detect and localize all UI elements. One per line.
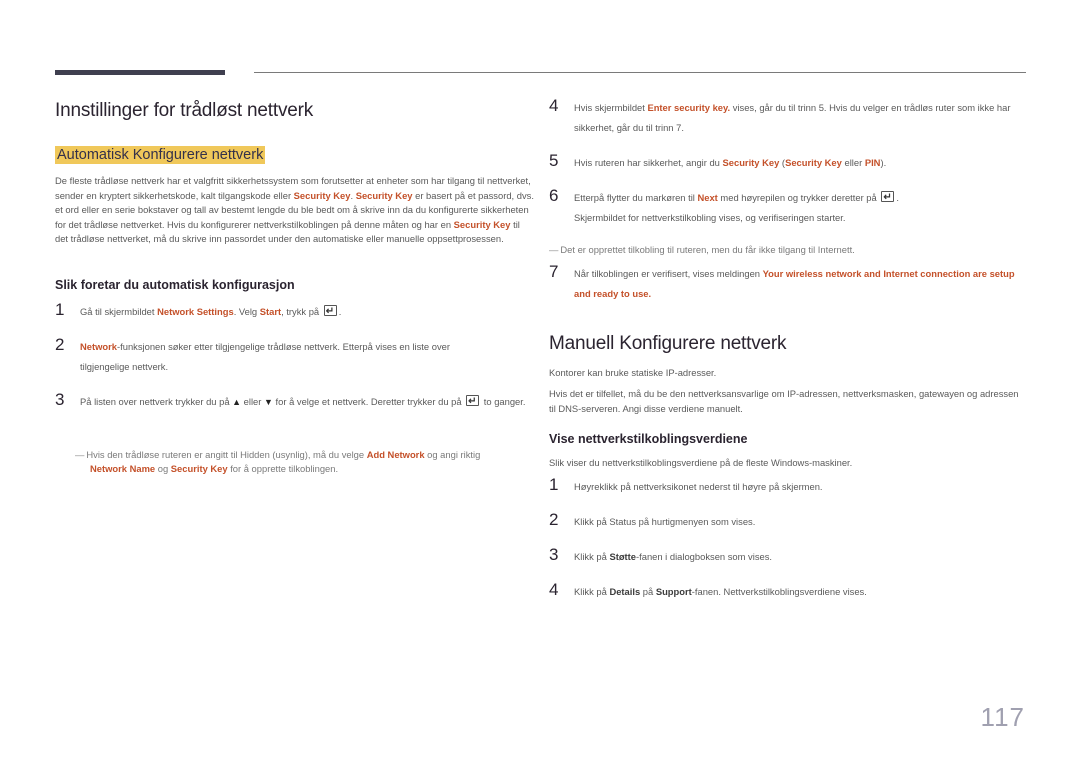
network-settings-term: Network Settings — [157, 306, 234, 317]
step-number: 1 — [549, 475, 559, 494]
view-values-heading: Vise nettverkstilkoblingsverdiene — [549, 432, 748, 446]
network-term: Network — [80, 341, 117, 352]
security-key-term: Security Key — [355, 189, 413, 201]
header-rule — [254, 72, 1026, 73]
subsection-title-highlighted: Automatisk Konfigurere nettverk — [55, 146, 266, 164]
manual-config-title: Manuell Konfigurere nettverk — [549, 333, 787, 354]
enter-security-key-term: Enter security key. — [647, 102, 731, 113]
header-bar-thick — [55, 70, 225, 75]
view-values-intro: Slik viser du nettverkstilkoblingsverdie… — [549, 457, 853, 468]
step-number: 3 — [55, 390, 65, 409]
step-text: På listen over nettverk trykker du på ▲ … — [80, 392, 530, 412]
step-text: Høyreklikk på nettverksikonet nederst ti… — [574, 481, 823, 492]
step-text: Klikk på Details på Support-fanen. Nettv… — [574, 586, 867, 597]
note-no-internet: ― Det er opprettet tilkobling til ruteren… — [549, 244, 855, 255]
add-network-term: Add Network — [366, 449, 425, 460]
security-key-term: Security Key — [293, 189, 351, 201]
step-text: Når tilkoblingen er verifisert, vises me… — [574, 268, 1015, 299]
step-number: 2 — [55, 335, 65, 354]
step-text: Hvis ruteren har sikkerhet, angir du Sec… — [574, 157, 887, 168]
security-key-term: Security Key — [722, 157, 780, 168]
enter-key-icon — [323, 302, 337, 322]
intro-paragraph: De fleste trådløse nettverk har et valgf… — [55, 175, 534, 244]
start-term: Start — [259, 306, 282, 317]
step-text: Gå til skjermbildet Network Settings. Ve… — [80, 302, 530, 322]
step-number: 4 — [549, 580, 559, 599]
step-text: Hvis skjermbildet Enter security key. vi… — [574, 102, 1011, 133]
security-key-term: Security Key — [170, 463, 228, 474]
howto-heading: Slik foretar du automatisk konfigurasjon — [55, 278, 295, 292]
step-number: 6 — [549, 186, 559, 205]
network-name-term: Network Name — [90, 463, 156, 474]
step-text: Etterpå flytter du markøren til Next med… — [574, 188, 1024, 228]
page-number: 117 — [980, 702, 1025, 732]
manual-paragraph-1: Kontorer kan bruke statiske IP-adresser. — [549, 367, 717, 378]
step-text: Network-funksjonen søker etter tilgjenge… — [80, 341, 450, 372]
next-term: Next — [697, 192, 718, 203]
down-arrow-icon: ▼ — [264, 397, 273, 407]
step-text: Klikk på Støtte-fanen i dialogboksen som… — [574, 551, 773, 562]
manual-paragraph-2: Hvis det er tilfellet, må du be den nett… — [549, 388, 1019, 414]
details-term: Details — [609, 586, 641, 597]
security-key-term: Security Key — [785, 157, 842, 168]
section-title: Innstillinger for trådløst nettverk — [55, 100, 314, 121]
pin-term: PIN — [864, 157, 881, 168]
security-key-term: Security Key — [453, 218, 511, 230]
step-number: 1 — [55, 300, 65, 319]
up-arrow-icon: ▲ — [232, 397, 242, 407]
support-term: Support — [655, 586, 692, 597]
step-number: 2 — [549, 510, 559, 529]
enter-key-icon — [466, 392, 480, 412]
note-hidden-network: ― Hvis den trådløse ruteren er angitt til… — [75, 449, 481, 474]
step-number: 4 — [549, 96, 559, 115]
support-tab-term: Støtte — [609, 551, 636, 562]
step-text: Klikk på Status på hurtigmenyen som vise… — [574, 516, 756, 527]
note-dash-icon: ― — [75, 449, 85, 460]
step-number: 7 — [549, 262, 559, 281]
step-number: 3 — [549, 545, 559, 564]
enter-key-icon — [881, 188, 895, 208]
step-number: 5 — [549, 151, 559, 170]
note-dash-icon: ― — [549, 244, 559, 255]
